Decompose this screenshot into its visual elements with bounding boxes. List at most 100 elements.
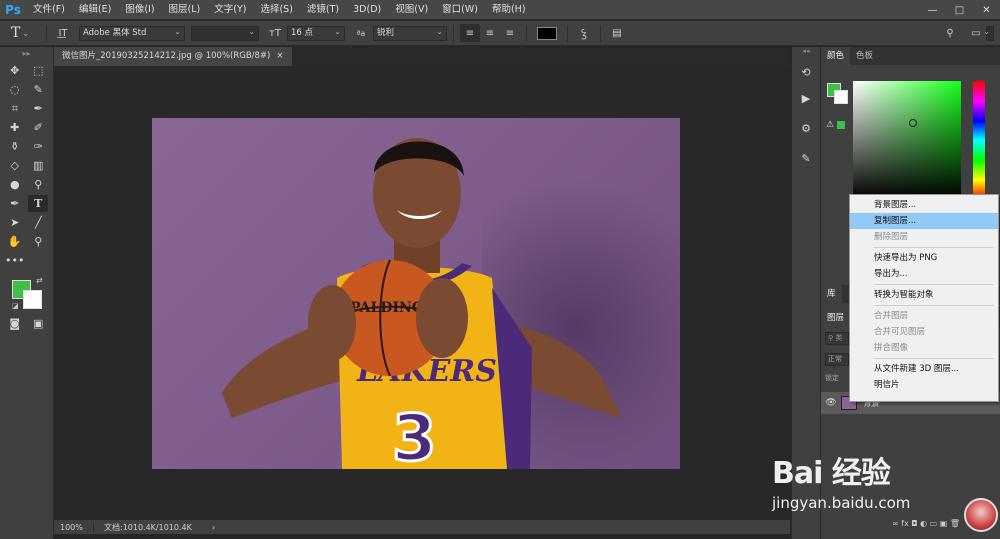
marquee-tool-icon[interactable]: ⬚	[28, 62, 48, 79]
tab-swatches[interactable]: 色板	[850, 47, 879, 65]
quick-mask-icon[interactable]: ◙	[5, 315, 25, 332]
menu-item-10[interactable]: 帮助(H)	[485, 0, 533, 20]
status-more-icon[interactable]: ›	[212, 523, 215, 532]
tab-color[interactable]: 颜色	[821, 47, 851, 65]
color-picker-field[interactable]	[853, 81, 961, 199]
layer-filter-label: 类	[835, 334, 843, 342]
close-button[interactable]: ✕	[973, 0, 1000, 20]
context-menu-item-14[interactable]: 明信片	[850, 377, 998, 393]
blur-tool-icon[interactable]: ●	[5, 176, 25, 193]
crop-tool-icon[interactable]: ⌗	[5, 100, 25, 117]
eyedropper-tool-icon[interactable]: ✒	[28, 100, 48, 117]
divider	[453, 24, 454, 42]
menu-item-2[interactable]: 图像(I)	[118, 0, 161, 20]
pen-tool-icon[interactable]: ✒	[5, 195, 25, 212]
layer-context-menu: 背景图层... 复制图层... 删除图层快速导出为 PNG 导出为... 转换为智能对象…	[849, 194, 999, 402]
context-menu-item-13[interactable]: 从文件新建 3D 图层...	[850, 361, 998, 377]
character-panel-icon[interactable]: ▤	[607, 24, 627, 42]
canvas-area[interactable]: LAKERS 3 SPALDING	[54, 66, 790, 520]
lasso-tool-icon[interactable]: ◌	[5, 81, 25, 98]
font-style-select[interactable]	[191, 25, 259, 41]
line-tool-icon[interactable]: ╱	[28, 214, 48, 231]
tab-library[interactable]: 库	[821, 285, 842, 303]
zoom-level[interactable]: 100%	[54, 522, 94, 532]
align-left-icon[interactable]: ≡	[460, 24, 480, 42]
hue-slider[interactable]	[973, 81, 985, 199]
type-tool-icon[interactable]: T	[28, 195, 49, 212]
quick-select-tool-icon[interactable]: ✎	[28, 81, 48, 98]
context-menu-item-7[interactable]: 转换为智能对象	[850, 287, 998, 303]
panel-background-swatch[interactable]	[834, 90, 848, 104]
panel-grip[interactable]: ▸▸	[0, 47, 53, 61]
menu-item-0[interactable]: 文件(F)	[26, 0, 72, 20]
menu-item-8[interactable]: 视图(V)	[388, 0, 435, 20]
search-icon[interactable]: ⚲	[940, 24, 960, 42]
minimize-button[interactable]: —	[919, 0, 946, 20]
context-menu-item-5[interactable]: 导出为...	[850, 266, 998, 282]
menu-item-7[interactable]: 3D(D)	[346, 0, 388, 20]
healing-brush-icon[interactable]: ✚	[5, 119, 25, 136]
layer-filter-input[interactable]: ⚲ 类	[825, 332, 849, 345]
paths-icon[interactable]: ✎	[792, 145, 820, 171]
context-menu-item-0[interactable]: 背景图层...	[850, 197, 998, 213]
zoom-tool-icon[interactable]: ⚲	[28, 233, 48, 250]
photoshop-logo: Ps	[5, 2, 21, 17]
menu-item-3[interactable]: 图层(L)	[162, 0, 208, 20]
hand-tool-icon[interactable]: ✋	[5, 233, 25, 250]
visibility-eye-icon[interactable]: 👁	[821, 398, 841, 408]
context-menu-item-2: 删除图层	[874, 232, 909, 242]
clone-stamp-icon[interactable]: ⚱	[5, 138, 25, 155]
properties-icon[interactable]: ⚙	[792, 115, 820, 141]
default-colors-icon[interactable]: ◪	[12, 302, 19, 310]
history-icon[interactable]: ⟲	[792, 59, 820, 85]
align-right-icon[interactable]: ≡	[500, 24, 520, 42]
warp-text-icon[interactable]: Ꝣ	[574, 24, 594, 42]
color-swatches: ⇄ ◪	[0, 276, 53, 312]
background-color-swatch[interactable]	[23, 290, 42, 309]
tab-layers[interactable]: 图层	[821, 309, 851, 327]
text-color-swatch[interactable]	[537, 26, 557, 40]
dodge-tool-icon[interactable]: ⚲	[28, 176, 48, 193]
menu-bar: Ps 文件(F) 编辑(E) 图像(I) 图层(L) 文字(Y) 选择(S) 滤镜(T) 3D…	[0, 0, 1000, 20]
eraser-tool-icon[interactable]: ◇	[5, 157, 25, 174]
brush-tool-icon[interactable]: ✐	[28, 119, 48, 136]
menu-item-1[interactable]: 编辑(E)	[72, 0, 118, 20]
workspace-select[interactable]	[983, 25, 994, 41]
tools-panel: ▸▸ ✥ ⬚ ◌ ✎ ⌗ ✒ ✚ ✐ ⚱ ✑ ◇ ▥ ● ⚲ ✒ T ➤ ╱ ✋ ⚲ ••• ⇄ ◪…	[0, 47, 54, 539]
font-size-select[interactable]: 16 点	[287, 25, 345, 41]
context-menu-item-1[interactable]: 复制图层...	[850, 213, 998, 229]
type-tool-preset-icon[interactable]: T ⌄	[0, 25, 40, 41]
jersey-number: 3	[392, 402, 437, 469]
menu-item-9[interactable]: 窗口(W)	[435, 0, 485, 20]
menu-item-6[interactable]: 滤镜(T)	[300, 0, 346, 20]
maximize-button[interactable]: □	[946, 0, 973, 20]
document-tab[interactable]: 微信图片_20190325214212.jpg @ 100%(RGB/8#) ×	[54, 47, 293, 66]
path-select-icon[interactable]: ➤	[5, 214, 25, 231]
menu-items: 文件(F) 编辑(E) 图像(I) 图层(L) 文字(Y) 选择(S) 滤镜(T) 3D(D)…	[26, 0, 533, 20]
text-orientation-icon[interactable]: I͟T	[53, 24, 73, 42]
gamut-swatch[interactable]	[837, 121, 846, 129]
status-bar: 100% 文档:1010.4K/1010.4K ›	[54, 520, 790, 534]
window-controls: — □ ✕	[919, 0, 1000, 20]
gradient-tool-icon[interactable]: ▥	[28, 157, 48, 174]
picker-ring[interactable]	[909, 119, 917, 127]
menu-separator	[874, 305, 994, 306]
actions-play-icon[interactable]: ▶	[792, 85, 820, 111]
menu-item-4[interactable]: 文字(Y)	[207, 0, 253, 20]
swap-colors-icon[interactable]: ⇄	[36, 276, 43, 285]
align-center-icon[interactable]: ≡	[480, 24, 500, 42]
panel-grip[interactable]: ◂◂	[792, 47, 820, 59]
history-brush-icon[interactable]: ✑	[28, 138, 48, 155]
screen-mode-icon[interactable]: ▣	[28, 315, 48, 332]
antialias-select[interactable]: 锐利	[373, 25, 447, 41]
blend-mode-select[interactable]: 正常	[825, 353, 849, 366]
lock-label: 锁定	[825, 374, 839, 382]
document-image[interactable]: LAKERS 3 SPALDING	[152, 118, 680, 469]
close-tab-icon[interactable]: ×	[276, 47, 283, 66]
menu-item-5[interactable]: 选择(S)	[253, 0, 299, 20]
context-menu-item-4[interactable]: 快速导出为 PNG	[850, 250, 998, 266]
watermark-url: jingyan.baidu.com	[772, 494, 911, 512]
more-tools-icon[interactable]: •••	[5, 252, 25, 269]
move-tool-icon[interactable]: ✥	[5, 62, 25, 79]
font-family-select[interactable]: Adobe 黑体 Std	[79, 25, 185, 41]
